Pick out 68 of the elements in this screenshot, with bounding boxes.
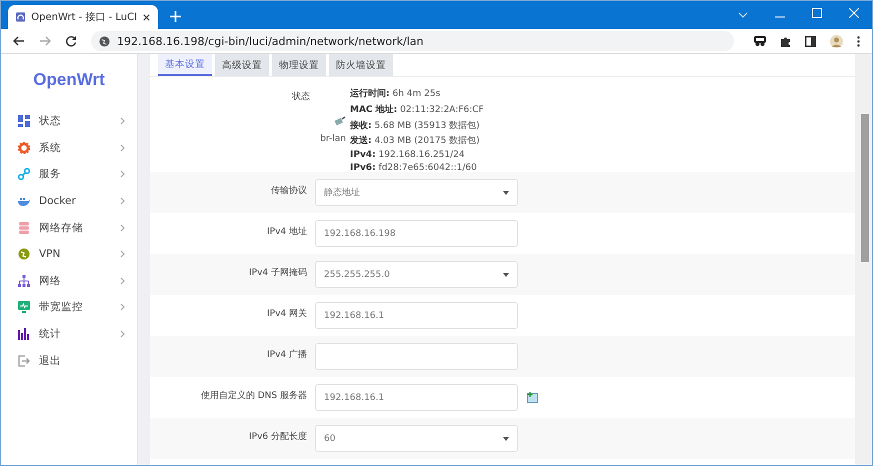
field-label: IPv4 网关 — [266, 308, 308, 320]
caret-icon — [503, 272, 509, 276]
caret-icon — [503, 436, 509, 440]
database-icon — [18, 222, 30, 234]
more-icon[interactable] — [857, 36, 860, 46]
field-label: IPv4 地址 — [266, 226, 308, 238]
menu-item[interactable]: 带宽监控 — [1, 294, 137, 321]
gear-icon — [18, 142, 30, 154]
input-field[interactable]: 192.168.16.1 — [315, 302, 518, 329]
menu-item[interactable]: 网络 — [1, 268, 137, 294]
monitor-pulse-icon — [18, 301, 30, 314]
field-label: IPv4 子网掩码 — [248, 266, 308, 279]
add-entry-icon[interactable] — [527, 392, 538, 403]
menu-item[interactable]: Docker — [1, 188, 137, 214]
logout-icon — [18, 354, 30, 367]
address-field[interactable]: 192.168.16.198/cgi-bin/luci/admin/network/network/lan — [91, 31, 734, 51]
input-field[interactable]: 192.168.16.198 — [315, 220, 518, 247]
profile-avatar-icon[interactable] — [830, 34, 843, 48]
new-tab-icon[interactable] — [170, 11, 181, 22]
status-line: 运行时间: 6h 4m 25s — [350, 87, 442, 100]
field-label: IPv6 分配长度 — [248, 430, 308, 443]
whale-icon — [18, 195, 30, 208]
device-name: br-lan — [320, 134, 346, 144]
field-label: 使用自定义的 DNS 服务器 — [200, 390, 308, 402]
menu-item[interactable]: 网络存储 — [1, 214, 137, 241]
browser-tab[interactable]: OpenWrt - 接口 - LuCI — [8, 5, 158, 29]
scrollbar-thumb[interactable] — [861, 114, 869, 262]
back-icon[interactable] — [13, 35, 25, 47]
tab[interactable]: 高级设置 — [215, 54, 269, 76]
network-tree-icon — [18, 274, 30, 287]
bar-chart-icon — [18, 328, 30, 340]
reload-icon[interactable] — [65, 35, 77, 47]
minimize-icon[interactable] — [775, 16, 785, 18]
status-line: MAC 地址: 02:11:32:2A:F6:CF — [350, 103, 485, 116]
status-line: 发送: 4.03 MB (20175 数据包) — [350, 134, 481, 148]
select-field[interactable]: 255.255.255.0 — [315, 261, 518, 288]
select-field[interactable]: 60 — [315, 425, 518, 452]
tab[interactable]: 基本设置 — [158, 54, 212, 76]
tab-title: OpenWrt - 接口 - LuCI — [31, 10, 138, 24]
status-grid-icon — [18, 115, 30, 128]
maximize-icon[interactable] — [812, 8, 822, 18]
close-icon[interactable] — [143, 12, 150, 22]
extension-icon[interactable] — [754, 36, 766, 46]
side-panel-icon[interactable] — [805, 36, 816, 46]
menu-item[interactable]: 状态 — [1, 108, 137, 135]
input-field[interactable]: 192.168.16.1 — [315, 384, 518, 411]
caret-icon — [503, 190, 509, 194]
field-label: 状态 — [291, 90, 310, 104]
menu-item[interactable]: 系统 — [1, 134, 137, 162]
network-port-icon — [334, 116, 346, 126]
menu-item[interactable]: 统计 — [1, 320, 137, 348]
menu-item[interactable]: VPN — [1, 240, 137, 268]
status-line: 接收: 5.68 MB (35913 数据包) — [350, 119, 481, 132]
select-field[interactable]: 静态地址 — [315, 179, 518, 206]
field-label: 传输协议 — [270, 184, 308, 197]
tab[interactable]: 物理设置 — [272, 54, 326, 76]
menu-item[interactable]: 服务 — [1, 161, 137, 188]
status-line: IPv6: fd28:7e65:6042::1/60 — [350, 162, 478, 173]
input-field[interactable] — [315, 343, 518, 370]
openwrt-favicon-icon — [16, 11, 26, 23]
chevron-down-icon[interactable] — [738, 12, 748, 18]
menu-item[interactable]: 退出 — [1, 347, 137, 374]
status-line: IPv4: 192.168.16.251/24 — [350, 150, 466, 160]
puzzle-icon[interactable] — [780, 36, 791, 46]
field-label: IPv4 广播 — [266, 348, 308, 361]
tab[interactable]: 防火墙设置 — [329, 54, 393, 76]
openwrt-logo[interactable]: OpenWrt — [1, 70, 137, 90]
linked-nodes-icon — [18, 168, 30, 180]
